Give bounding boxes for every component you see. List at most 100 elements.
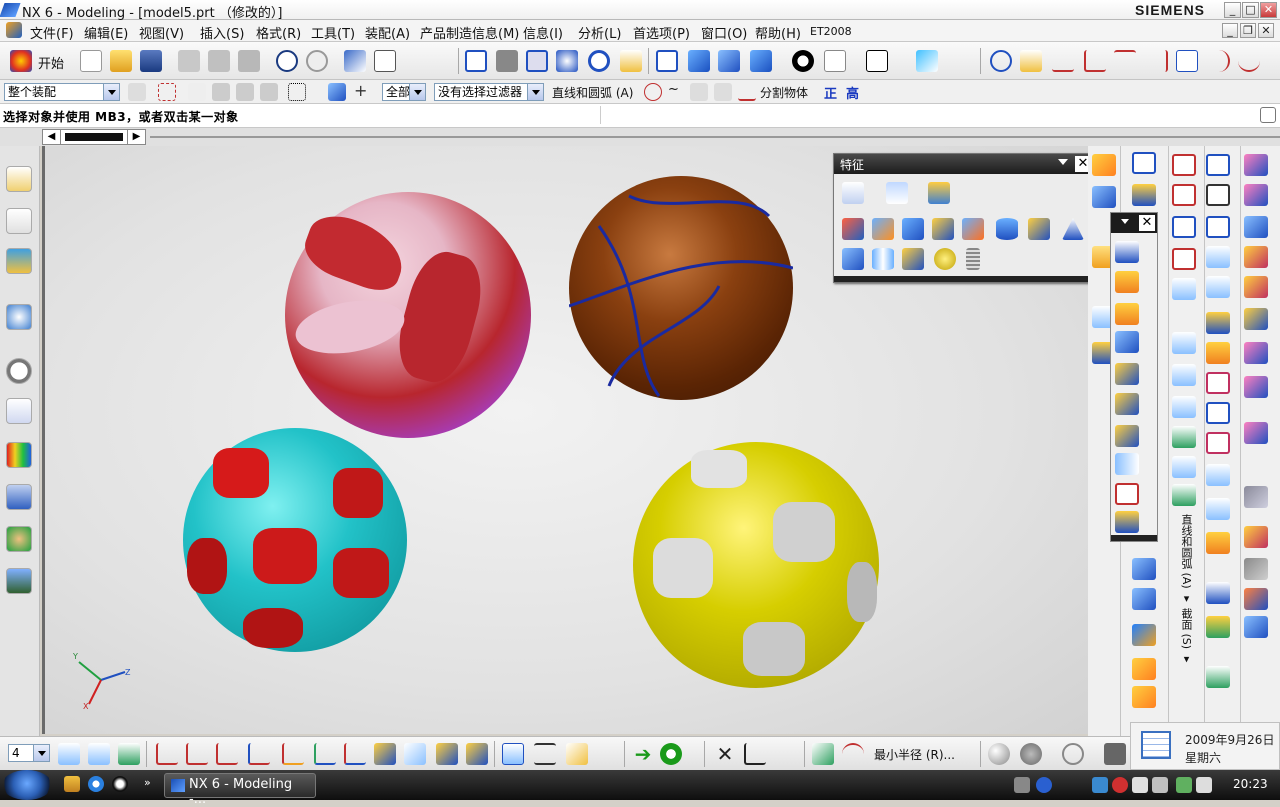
tray-icon-4[interactable] bbox=[1152, 777, 1168, 793]
cylinder-feature-icon[interactable] bbox=[996, 218, 1018, 240]
color-swatch-icon[interactable] bbox=[866, 50, 888, 72]
curve-icon-1[interactable] bbox=[1052, 50, 1074, 72]
part-navigator-icon[interactable] bbox=[6, 208, 32, 234]
mini-icon-4[interactable] bbox=[1115, 331, 1139, 353]
basketball-model[interactable] bbox=[569, 176, 793, 400]
dock-c-icon-2[interactable] bbox=[1172, 184, 1196, 206]
wcs-dynamics-icon[interactable] bbox=[186, 743, 208, 765]
snap-plus-icon[interactable]: + bbox=[354, 81, 367, 100]
block-icon[interactable] bbox=[842, 248, 864, 270]
background-icon[interactable] bbox=[792, 50, 814, 72]
dock-b-icon-6[interactable] bbox=[1132, 658, 1156, 680]
cylinder-icon[interactable] bbox=[872, 248, 894, 270]
dock-d-icon-8[interactable] bbox=[1206, 372, 1230, 394]
layout-icon[interactable] bbox=[824, 50, 846, 72]
dock-e-icon-1[interactable] bbox=[1244, 154, 1268, 176]
history-icon[interactable] bbox=[6, 358, 32, 384]
curve-icon-6[interactable] bbox=[1208, 50, 1230, 72]
curve-icon-3[interactable] bbox=[1114, 50, 1136, 72]
curvature-icon[interactable] bbox=[812, 743, 834, 765]
comb-icon[interactable] bbox=[842, 743, 864, 765]
sphere-icon[interactable] bbox=[934, 248, 956, 270]
copy-icon[interactable] bbox=[208, 50, 230, 72]
assembly-filter-select[interactable]: 整个装配 bbox=[4, 83, 120, 101]
wcs-rotate-icon[interactable] bbox=[216, 743, 238, 765]
curve-icon-4[interactable] bbox=[1146, 50, 1168, 72]
volleyball-model[interactable] bbox=[285, 192, 531, 438]
datum-icon[interactable] bbox=[886, 182, 908, 204]
ie-icon[interactable] bbox=[88, 776, 104, 792]
help-tray-icon[interactable] bbox=[1036, 777, 1052, 793]
revolve-icon[interactable] bbox=[902, 218, 924, 240]
tray-icon-1[interactable] bbox=[1092, 777, 1108, 793]
scroll-left-arrow-icon[interactable]: ◀ bbox=[43, 130, 61, 144]
snap-icon-4[interactable] bbox=[466, 743, 488, 765]
qq-icon[interactable] bbox=[112, 776, 128, 792]
measure-angle-icon[interactable] bbox=[566, 743, 588, 765]
type-filter-select[interactable]: 没有选择过滤器 bbox=[434, 83, 544, 101]
dock-c-icon-8[interactable] bbox=[1172, 396, 1196, 418]
menu-edit[interactable]: 编辑(E) bbox=[84, 23, 128, 42]
dock-b-icon-4[interactable] bbox=[1132, 588, 1156, 610]
dock-d-icon-10[interactable] bbox=[1206, 432, 1230, 454]
mini-icon-7[interactable] bbox=[1115, 425, 1139, 447]
extrude-icon[interactable] bbox=[872, 218, 894, 240]
menu-preferences[interactable]: 首选项(P) bbox=[633, 23, 690, 42]
new-file-icon[interactable] bbox=[80, 50, 102, 72]
snap-icon-2[interactable] bbox=[404, 743, 426, 765]
scrollbar-track[interactable]: ◀ ▶ bbox=[42, 129, 146, 145]
mini-icon-3[interactable] bbox=[1115, 303, 1139, 325]
boss-icon[interactable] bbox=[962, 218, 984, 240]
dock-d-icon-5[interactable] bbox=[1206, 276, 1230, 298]
sketch-icon[interactable] bbox=[842, 182, 864, 204]
mini-icon-1[interactable] bbox=[1115, 241, 1139, 263]
dock-c-icon-5[interactable] bbox=[1172, 278, 1196, 300]
back-arrow-icon[interactable] bbox=[660, 743, 682, 765]
status-panel-icon[interactable] bbox=[1260, 107, 1276, 123]
dock-c-icon-4[interactable] bbox=[1172, 248, 1196, 270]
menu-info[interactable]: 信息(I) bbox=[523, 23, 563, 42]
system-materials-icon[interactable] bbox=[6, 398, 32, 424]
move-to-layer-icon[interactable] bbox=[118, 743, 140, 765]
dock-d-icon-1[interactable] bbox=[1206, 154, 1230, 176]
curve-icon-5[interactable] bbox=[1176, 50, 1198, 72]
thread-icon[interactable] bbox=[966, 248, 980, 270]
dock-e-icon-13[interactable] bbox=[1244, 588, 1268, 610]
dock-b-icon-5[interactable] bbox=[1132, 624, 1156, 646]
dock-c-icon-3[interactable] bbox=[1172, 216, 1196, 238]
curve-snap-icon-2[interactable]: ~ bbox=[668, 82, 679, 97]
minimize-button[interactable]: _ bbox=[1224, 2, 1241, 18]
dock-c-icon-6[interactable] bbox=[1172, 332, 1196, 354]
dock-c-icon-1[interactable] bbox=[1172, 154, 1196, 176]
curve-rule-dropdown[interactable]: 直线和圆弧 (A) bbox=[552, 84, 633, 101]
axis-icon[interactable] bbox=[744, 743, 766, 765]
tray-icon-3[interactable] bbox=[1132, 777, 1148, 793]
split-icon[interactable] bbox=[738, 83, 756, 101]
start-button-icon[interactable] bbox=[2, 770, 52, 800]
process-studio-icon[interactable] bbox=[6, 442, 32, 468]
app-menu-icon[interactable] bbox=[6, 22, 22, 38]
dock-d-icon-11[interactable] bbox=[1206, 464, 1230, 486]
curve-icon-2[interactable] bbox=[1084, 50, 1106, 72]
transform-icon[interactable] bbox=[374, 50, 396, 72]
no-icon[interactable] bbox=[1062, 743, 1084, 765]
mini-toolbar-header[interactable]: ✕ bbox=[1111, 213, 1157, 233]
start-label[interactable]: 开始 bbox=[38, 53, 64, 72]
layer-visible-icon[interactable] bbox=[88, 743, 110, 765]
select-icon-1[interactable] bbox=[212, 83, 230, 101]
menu-window[interactable]: 窗口(O) bbox=[701, 23, 747, 42]
dock-a-icon-1[interactable] bbox=[1092, 154, 1116, 176]
selection-icon[interactable] bbox=[916, 50, 938, 72]
curve-snap-icon-3[interactable] bbox=[690, 83, 708, 101]
scope-select[interactable]: 全部 bbox=[382, 83, 426, 101]
filter-icon[interactable] bbox=[128, 83, 146, 101]
forward-arrow-icon[interactable]: ➔ bbox=[632, 743, 654, 765]
curve-rule-vertical-label[interactable]: 直线和圆弧 (A) ▾ bbox=[1174, 514, 1194, 605]
pad-icon[interactable] bbox=[902, 248, 924, 270]
menu-format[interactable]: 格式(R) bbox=[256, 23, 301, 42]
snap-icon-1[interactable] bbox=[374, 743, 396, 765]
menu-analysis[interactable]: 分析(L) bbox=[578, 23, 621, 42]
assembly-navigator-icon[interactable] bbox=[6, 166, 32, 192]
tray-icon-5[interactable] bbox=[1176, 777, 1192, 793]
roles-icon[interactable] bbox=[6, 526, 32, 552]
